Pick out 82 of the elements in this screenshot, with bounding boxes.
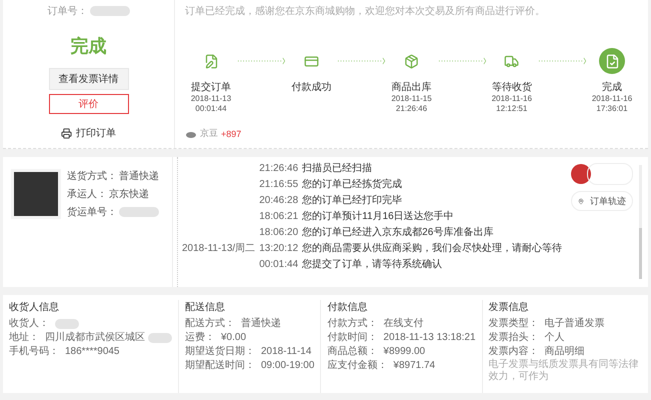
shipment-label: 货运单号： [67, 206, 117, 219]
tracking-message: 您的订单预计11月16日送达您手中 [302, 211, 455, 223]
tracking-message: 您的订单已经拣货完成 [302, 179, 404, 191]
beans-label: 京豆 [200, 127, 218, 140]
invoice-note: 电子发票与纸质发票具有同等法律效力，可作为 [488, 359, 640, 383]
info-label: 付款方式： [327, 317, 378, 330]
step-date: 2018-11-16 [592, 94, 632, 104]
redacted-order-number [90, 6, 130, 16]
section-title: 付款信息 [327, 300, 368, 314]
section-title: 发票信息 [488, 300, 530, 314]
info-value: ¥0.00 [221, 331, 246, 344]
scrollbar[interactable] [639, 165, 642, 279]
tracking-message: 您提交了订单，请等待系统确认 [302, 259, 444, 271]
tracking-time: 18:06:21 [259, 211, 298, 223]
step-label: 商品出库 [392, 80, 432, 94]
step-label: 付款成功 [291, 80, 332, 94]
info-label: 期望配送时间： [185, 359, 255, 372]
info-label: 发票抬头： [488, 331, 539, 344]
tracking-time: 20:46:28 [259, 195, 298, 207]
info-value: 2018-11-13 13:18:21 [383, 331, 476, 344]
tracking-time: 21:16:55 [259, 179, 298, 191]
tracking-message: 您的商品需要从供应商采购，我们会尽快处理，请耐心等待 [302, 243, 562, 255]
info-value: 电子普通发票 [544, 317, 605, 330]
info-label: 应支付金额： [327, 359, 388, 372]
info-value: 个人 [544, 331, 565, 344]
step-label: 等待收货 [492, 80, 532, 94]
tracking-time: 13:20:12 [259, 243, 298, 255]
tracking-message: 您的订单已经打印完毕 [302, 195, 404, 207]
tracking-message: 您的订单已经进入京东成都26号库准备出库 [302, 227, 494, 239]
printer-icon [61, 128, 72, 138]
tracking-date: 2018-11-13/周二 [182, 243, 256, 255]
tracking-time: 00:01:44 [259, 259, 298, 271]
photo-placeholder [11, 169, 61, 219]
courier-pill[interactable] [587, 163, 633, 185]
step-time: 12:12:51 [496, 104, 528, 114]
review-button[interactable]: 评价 [48, 94, 128, 114]
step-label: 完成 [602, 80, 622, 94]
info-value: 四川成都市武侯区城区 [45, 331, 145, 344]
info-label: 发票内容： [488, 345, 539, 358]
info-value: 普通快递 [241, 317, 281, 330]
step-date: 2018-11-13 [190, 94, 232, 104]
invoice-details-button[interactable]: 查看发票详情 [48, 68, 128, 90]
step-time: 21:26:46 [396, 104, 428, 114]
order-track-button[interactable]: 订单轨迹 [571, 191, 633, 211]
shipment-label: 送货方式： [67, 170, 117, 183]
tracking-time: 18:06:20 [259, 227, 298, 239]
avatar [571, 164, 591, 184]
info-value: 商品明细 [544, 345, 585, 358]
info-value: 09:00-19:00 [261, 359, 314, 372]
info-label: 期望送货日期： [185, 345, 255, 358]
info-label: 付款时间： [327, 331, 378, 344]
info-value: 2018-11-14 [261, 345, 312, 358]
section-title: 配送信息 [185, 300, 226, 314]
bean-icon [185, 130, 197, 138]
step-date: 2018-11-16 [492, 94, 532, 104]
info-value: ¥8999.00 [383, 345, 426, 358]
info-label: 商品总额： [327, 345, 378, 358]
tracking-message: 扫描员已经扫描 [302, 163, 374, 175]
map-pin-icon [578, 196, 584, 206]
order-message: 订单已经完成，感谢您在京东商城购物，欢迎您对本次交易及所有商品进行评价。 [185, 4, 546, 18]
beans-value: +897 [221, 128, 242, 138]
section-title: 收货人信息 [9, 300, 60, 314]
info-label: 运费： [185, 331, 215, 344]
info-label: 地址： [9, 331, 39, 344]
info-value: 在线支付 [383, 317, 424, 330]
shipment-value: 普通快递 [119, 170, 159, 183]
print-order-link[interactable]: 打印订单 [61, 126, 116, 140]
order-status: 完成 [70, 35, 106, 58]
order-number-label: 订单号： [48, 4, 88, 18]
step-date: 2018-11-15 [391, 94, 432, 104]
info-value: ¥8971.74 [393, 359, 436, 372]
shipment-value: 京东快递 [109, 188, 149, 201]
info-value: 186****9045 [65, 345, 120, 358]
info-label: 发票类型： [488, 317, 539, 330]
step-time: 00:01:44 [195, 104, 227, 114]
info-label: 配送方式： [185, 317, 235, 330]
tracking-time: 21:26:46 [259, 163, 298, 175]
info-label: 手机号码： [9, 345, 59, 358]
step-time: 17:36:01 [596, 104, 628, 114]
shipment-label: 承运人： [67, 188, 107, 201]
step-label: 提交订单 [191, 80, 231, 94]
info-label: 收货人： [9, 317, 49, 330]
